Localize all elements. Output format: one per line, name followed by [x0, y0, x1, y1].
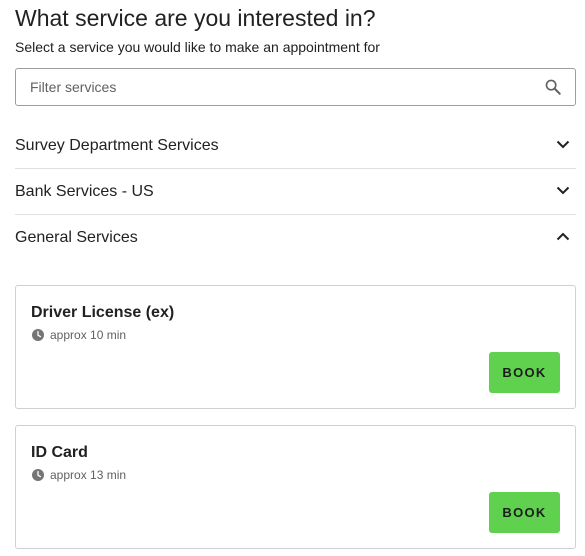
- service-duration: approx 10 min: [32, 328, 126, 342]
- page-title: What service are you interested in?: [15, 5, 376, 31]
- service-duration: approx 13 min: [32, 468, 126, 482]
- search-icon[interactable]: [544, 78, 562, 96]
- service-name: ID Card: [31, 444, 88, 461]
- book-button[interactable]: BOOK: [489, 352, 560, 393]
- chevron-down-icon: [556, 140, 570, 149]
- service-name: Driver License (ex): [31, 304, 175, 321]
- search-input[interactable]: [16, 69, 536, 105]
- service-card-id-card: ID Card approx 13 min BOOK: [15, 425, 576, 549]
- clock-icon: [32, 469, 44, 481]
- category-survey-department-services[interactable]: Survey Department Services: [15, 123, 576, 169]
- clock-icon: [32, 329, 44, 341]
- service-selection-page: What service are you interested in? Sele…: [15, 0, 576, 549]
- duration-text: approx 13 min: [50, 468, 127, 482]
- chevron-up-icon: [556, 232, 570, 241]
- category-general-services[interactable]: General Services: [15, 215, 576, 261]
- category-label: General Services: [15, 229, 138, 246]
- book-button[interactable]: BOOK: [489, 492, 560, 533]
- service-categories: Survey Department Services Bank Services…: [15, 123, 576, 261]
- service-card-driver-license: Driver License (ex) approx 10 min BOOK: [15, 285, 576, 409]
- category-label: Survey Department Services: [15, 137, 219, 154]
- category-label: Bank Services - US: [15, 183, 154, 200]
- duration-text: approx 10 min: [50, 328, 127, 342]
- category-bank-services-us[interactable]: Bank Services - US: [15, 169, 576, 215]
- search-box: [15, 68, 576, 106]
- page-subtitle: Select a service you would like to make …: [15, 39, 380, 55]
- chevron-down-icon: [556, 186, 570, 195]
